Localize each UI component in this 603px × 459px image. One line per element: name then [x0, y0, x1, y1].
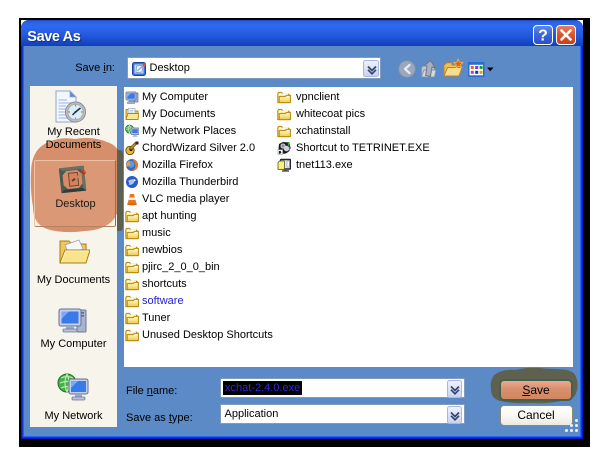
svg-text:?: ?	[538, 28, 548, 45]
